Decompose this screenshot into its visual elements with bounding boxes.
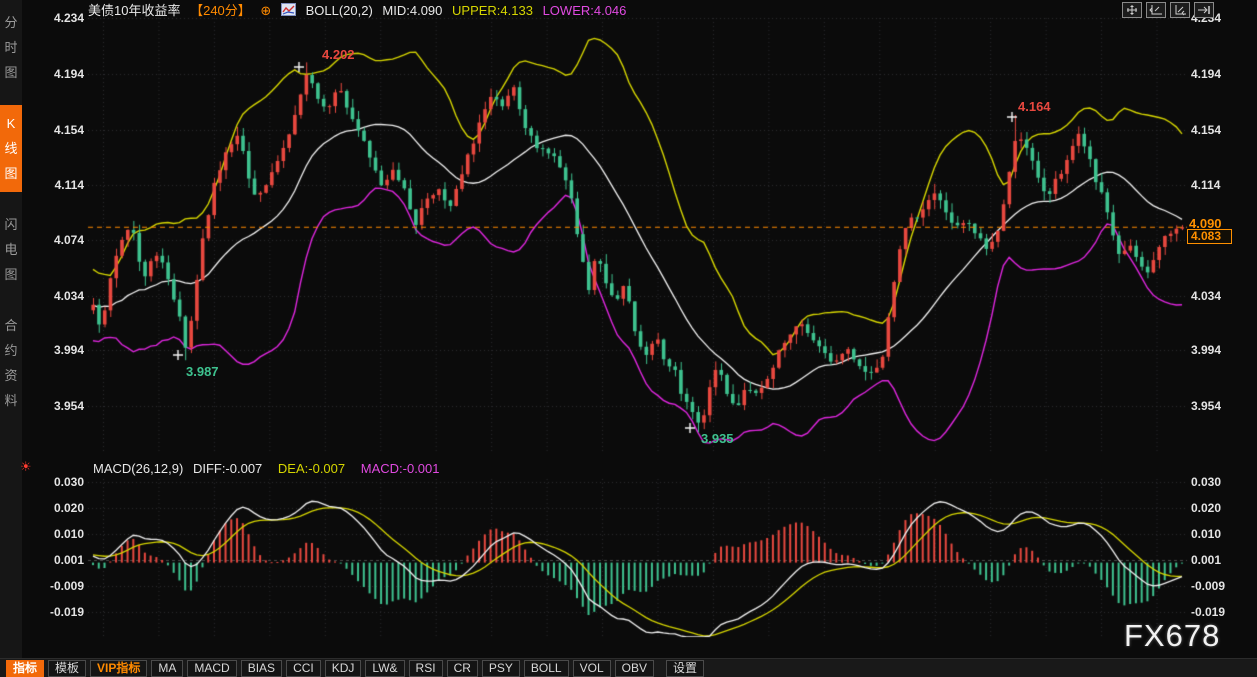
main-y-label-left: 3.994: [24, 343, 84, 357]
macd-y-label-right: 0.010: [1191, 527, 1251, 541]
macd-y-label-left: -0.009: [24, 579, 84, 593]
main-y-label-right: 3.994: [1191, 343, 1251, 357]
macd-formula: MACD(26,12,9): [93, 461, 183, 476]
toolbar-item-MACD[interactable]: MACD: [187, 660, 236, 677]
toolbar-item-BOLL[interactable]: BOLL: [524, 660, 569, 677]
mini-chart-icon: [281, 3, 296, 20]
last-price-tag: 4.083: [1187, 229, 1232, 244]
main-y-label-left: 4.154: [24, 123, 84, 137]
toolbar-item-RSI[interactable]: RSI: [409, 660, 443, 677]
main-y-label-left: 4.074: [24, 233, 84, 247]
macd-y-label-left: 0.030: [24, 475, 84, 489]
toolbar-item-VOL[interactable]: VOL: [573, 660, 611, 677]
sidebar-tab-2[interactable]: 闪电图: [0, 206, 22, 293]
indicator-name: BOLL(20,2): [306, 3, 373, 19]
chart-canvas[interactable]: [0, 0, 1257, 677]
toolbar-item-PSY[interactable]: PSY: [482, 660, 520, 677]
toolbar-item-设置[interactable]: 设置: [666, 660, 704, 677]
chart-tool-icons: [1122, 2, 1214, 18]
toolbar-item-模板[interactable]: 模板: [48, 660, 86, 677]
main-y-label-left: 4.034: [24, 289, 84, 303]
main-y-label-right: 4.034: [1191, 289, 1251, 303]
toolbar-item-BIAS[interactable]: BIAS: [241, 660, 282, 677]
main-y-label-right: 4.194: [1191, 67, 1251, 81]
boll-mid-label: MID:4.090: [382, 3, 442, 19]
main-y-label-right: 4.114: [1191, 178, 1251, 192]
alert-sun-icon[interactable]: ☀: [20, 459, 32, 475]
main-y-label-right: 4.154: [1191, 123, 1251, 137]
macd-y-label-right: 0.030: [1191, 475, 1251, 489]
sidebar-tab-3[interactable]: 合约资料: [0, 307, 22, 419]
bottom-toolbar: 指标模板VIP指标MAMACD BIASCCIKDJLW&RSICRPSYBOLL…: [0, 658, 1257, 677]
crosshair-icon[interactable]: [1122, 2, 1142, 18]
toolbar-item-LW&[interactable]: LW&: [365, 660, 404, 677]
macd-y-label-left: -0.019: [24, 605, 84, 619]
boll-upper-label: UPPER:4.133: [452, 3, 533, 19]
toolbar-item-指标[interactable]: 指标: [6, 660, 44, 677]
watermark-logo: FX678: [1124, 618, 1220, 654]
macd-macd-label: MACD:-0.001: [361, 461, 440, 476]
add-indicator-icon[interactable]: ⊕: [260, 3, 271, 19]
axis-scale-left-icon[interactable]: [1146, 2, 1166, 18]
macd-y-label-left: 0.001: [24, 553, 84, 567]
toolbar-item-KDJ[interactable]: KDJ: [325, 660, 362, 677]
period-tag[interactable]: 【240分】: [190, 3, 251, 19]
main-y-label-left: 4.194: [24, 67, 84, 81]
axis-scale-bottom-icon[interactable]: [1170, 2, 1190, 18]
toolbar-item-CCI[interactable]: CCI: [286, 660, 321, 677]
price-annotation: 4.202: [322, 47, 355, 62]
sidebar: 分时图 K线图闪电图合约资料: [0, 0, 22, 677]
main-y-label-left: 4.114: [24, 178, 84, 192]
macd-y-label-left: 0.020: [24, 501, 84, 515]
page-title: 美债10年收益率: [88, 3, 180, 19]
macd-y-label-right: -0.009: [1191, 579, 1251, 593]
macd-header: MACD(26,12,9) DIFF:-0.007 DEA:-0.007 MAC…: [93, 461, 452, 476]
macd-y-label-left: 0.010: [24, 527, 84, 541]
toolbar-item-CR[interactable]: CR: [447, 660, 478, 677]
x-axis-row: 240分 ▲ 2025/10/01 07:00~11:00 三 09/1309/…: [0, 639, 1257, 658]
sidebar-tab-1[interactable]: K线图: [0, 105, 22, 192]
price-annotation: 3.935: [701, 431, 734, 446]
main-y-label-right: 3.954: [1191, 399, 1251, 413]
toolbar-item-VIP指标[interactable]: VIP指标: [90, 660, 147, 677]
main-y-label-left: 4.234: [24, 11, 84, 25]
axis-shift-right-icon[interactable]: [1194, 2, 1214, 18]
macd-y-label-right: 0.020: [1191, 501, 1251, 515]
sidebar-tab-0[interactable]: 分时图: [0, 4, 22, 91]
macd-y-label-right: -0.019: [1191, 605, 1251, 619]
macd-y-label-right: 0.001: [1191, 553, 1251, 567]
price-annotation: 4.164: [1018, 99, 1051, 114]
toolbar-item-OBV[interactable]: OBV: [615, 660, 654, 677]
boll-lower-label: LOWER:4.046: [543, 3, 627, 19]
toolbar-item-MA[interactable]: MA: [151, 660, 183, 677]
price-annotation: 3.987: [186, 364, 219, 379]
macd-dea-label: DEA:-0.007: [278, 461, 345, 476]
trading-terminal: 分时图 K线图闪电图合约资料 ☀ 美债10年收益率 【240分】 ⊕ BOLL(2…: [0, 0, 1257, 677]
chart-header: 美债10年收益率 【240分】 ⊕ BOLL(20,2) MID:4.090 U…: [88, 3, 632, 21]
macd-diff-label: DIFF:-0.007: [193, 461, 262, 476]
main-y-label-left: 3.954: [24, 399, 84, 413]
